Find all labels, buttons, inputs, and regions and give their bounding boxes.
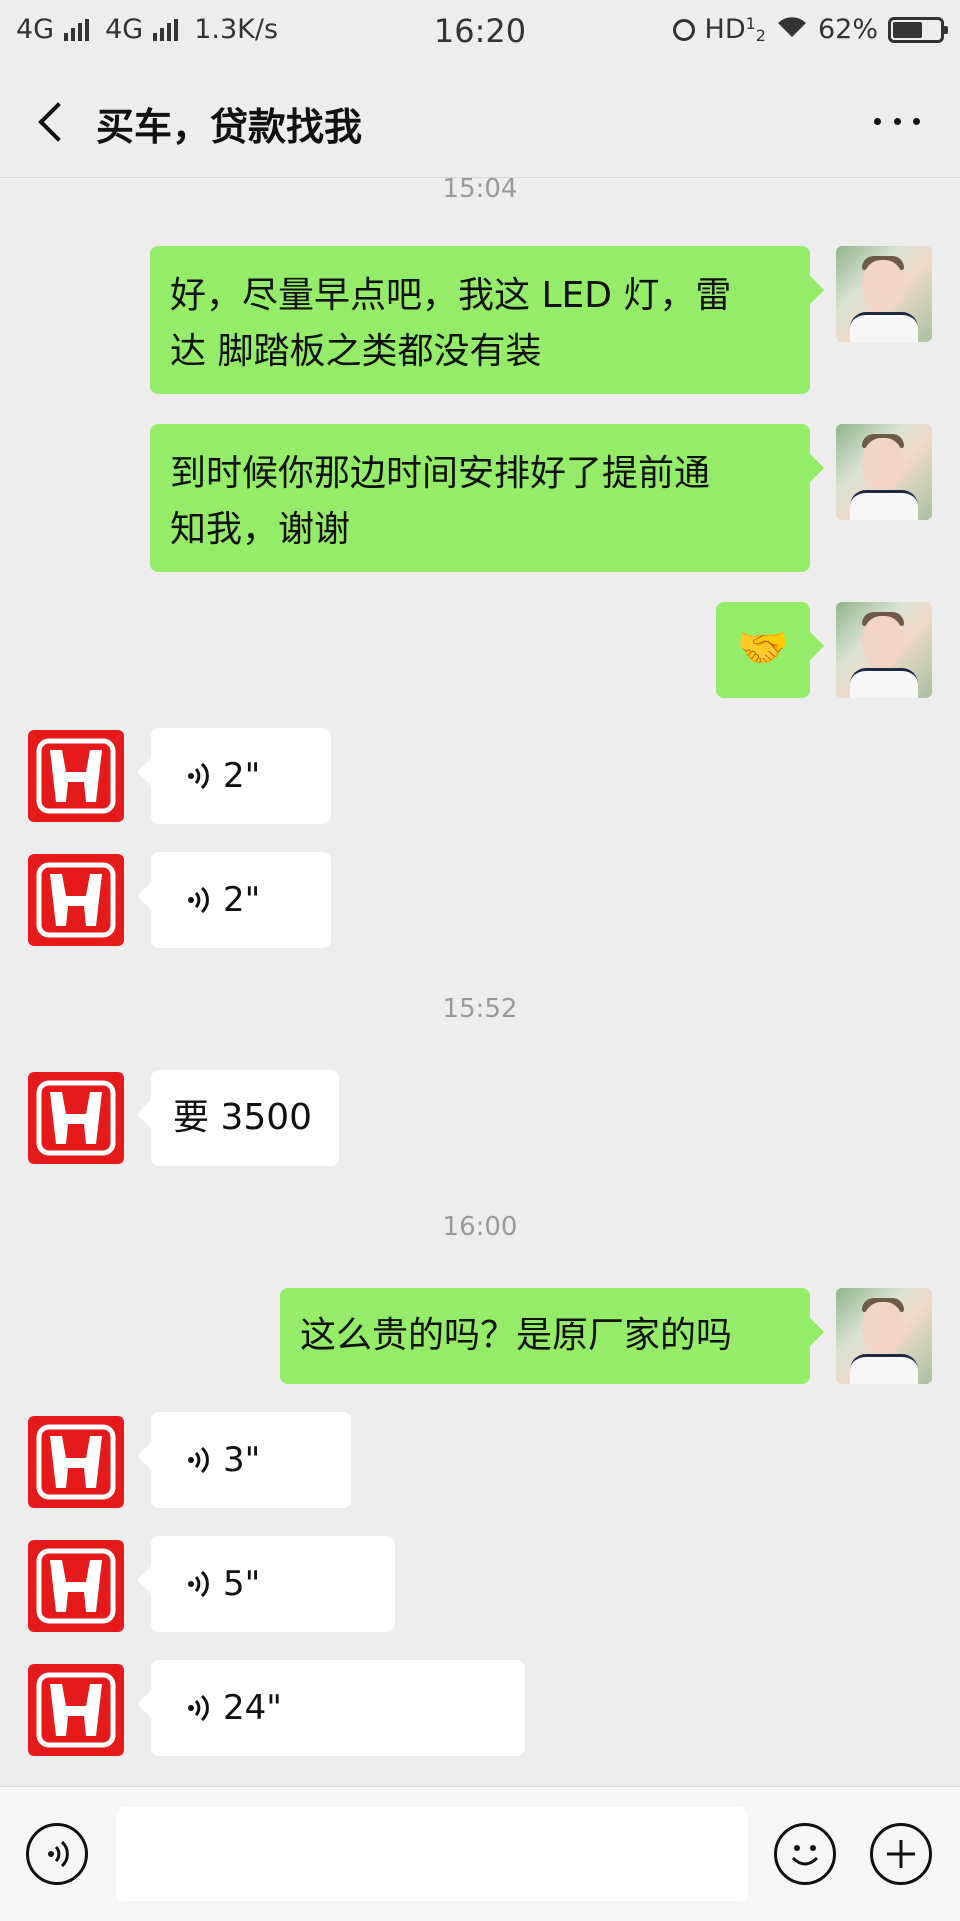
voice-wave-icon: [48, 1840, 69, 1868]
voice-message[interactable]: 2": [151, 728, 331, 824]
hd-indicator: HD12: [705, 14, 766, 45]
battery-icon: [888, 16, 948, 43]
message-input[interactable]: [116, 1807, 748, 1901]
voice-wave-icon: [188, 886, 209, 914]
voice-input-button[interactable]: [26, 1823, 88, 1885]
chat-header: 买车，贷款找我: [0, 66, 960, 178]
my-avatar[interactable]: [836, 246, 932, 342]
chevron-left-icon: [38, 102, 78, 142]
emoji-button[interactable]: [774, 1823, 836, 1885]
contact-avatar[interactable]: [28, 1540, 124, 1632]
voice-message[interactable]: 24": [151, 1660, 525, 1756]
back-button[interactable]: [30, 98, 78, 148]
voice-wave-icon: [188, 762, 209, 790]
voice-message[interactable]: 5": [151, 1536, 395, 1632]
status-right: HD12 62%: [672, 14, 948, 45]
message-text: 要 3500: [173, 1097, 313, 1138]
message-bubble-outgoing[interactable]: 这么贵的吗？是原厂家的吗: [280, 1288, 810, 1384]
voice-wave-icon: [188, 1446, 209, 1474]
chat-title: 买车，贷款找我: [96, 105, 363, 149]
handshake-emoji: 🤝: [736, 623, 790, 672]
voice-duration: 3": [223, 1440, 261, 1480]
voice-wave-icon: [188, 1570, 209, 1598]
plus-icon: [887, 1840, 915, 1868]
wifi-icon: [776, 15, 808, 45]
message-bubble-outgoing[interactable]: 好，尽量早点吧，我这 LED 灯，雷 达 脚踏板之类都没有装: [150, 246, 810, 394]
contact-avatar[interactable]: [28, 854, 124, 946]
contact-avatar[interactable]: [28, 730, 124, 822]
message-text: 到时候你那边时间安排好了提前通: [170, 453, 711, 494]
message-bubble-outgoing[interactable]: 🤝: [716, 602, 810, 698]
timestamp: 15:52: [442, 994, 518, 1024]
alarm-icon: [672, 18, 695, 41]
message-text: 知我，谢谢: [170, 509, 351, 550]
voice-message[interactable]: 3": [151, 1412, 351, 1508]
contact-avatar[interactable]: [28, 1072, 124, 1164]
contact-avatar[interactable]: [28, 1664, 124, 1756]
message-bubble-incoming[interactable]: 要 3500: [151, 1070, 339, 1166]
add-button[interactable]: [870, 1823, 932, 1885]
voice-message[interactable]: 2": [151, 852, 331, 948]
voice-duration: 2": [223, 880, 261, 920]
status-bar: 4G 4G 1.3K/s 16:20 HD12 62%: [0, 0, 960, 66]
voice-duration: 24": [223, 1688, 282, 1728]
hd-label: HD: [704, 14, 746, 45]
my-avatar[interactable]: [836, 424, 932, 520]
contact-avatar[interactable]: [28, 1416, 124, 1508]
message-text: 达 脚踏板之类都没有装: [170, 331, 542, 372]
battery-percent: 62%: [817, 14, 878, 45]
voice-duration: 2": [223, 756, 261, 796]
message-text: 这么贵的吗？是原厂家的吗: [300, 1315, 733, 1356]
timestamp: 16:00: [442, 1212, 518, 1242]
smiley-icon: [791, 1845, 819, 1866]
message-bubble-outgoing[interactable]: 到时候你那边时间安排好了提前通 知我，谢谢: [150, 424, 810, 572]
voice-duration: 5": [223, 1564, 261, 1604]
hd-sup: 1: [745, 14, 756, 33]
my-avatar[interactable]: [836, 1288, 932, 1384]
timestamp: 15:04: [442, 174, 518, 204]
voice-wave-icon: [188, 1694, 209, 1722]
input-bar: [0, 1786, 960, 1921]
my-avatar[interactable]: [836, 602, 932, 698]
message-text: 好，尽量早点吧，我这 LED 灯，雷: [170, 275, 732, 316]
hd-sub: 2: [755, 26, 766, 45]
more-options-button[interactable]: [874, 106, 920, 136]
